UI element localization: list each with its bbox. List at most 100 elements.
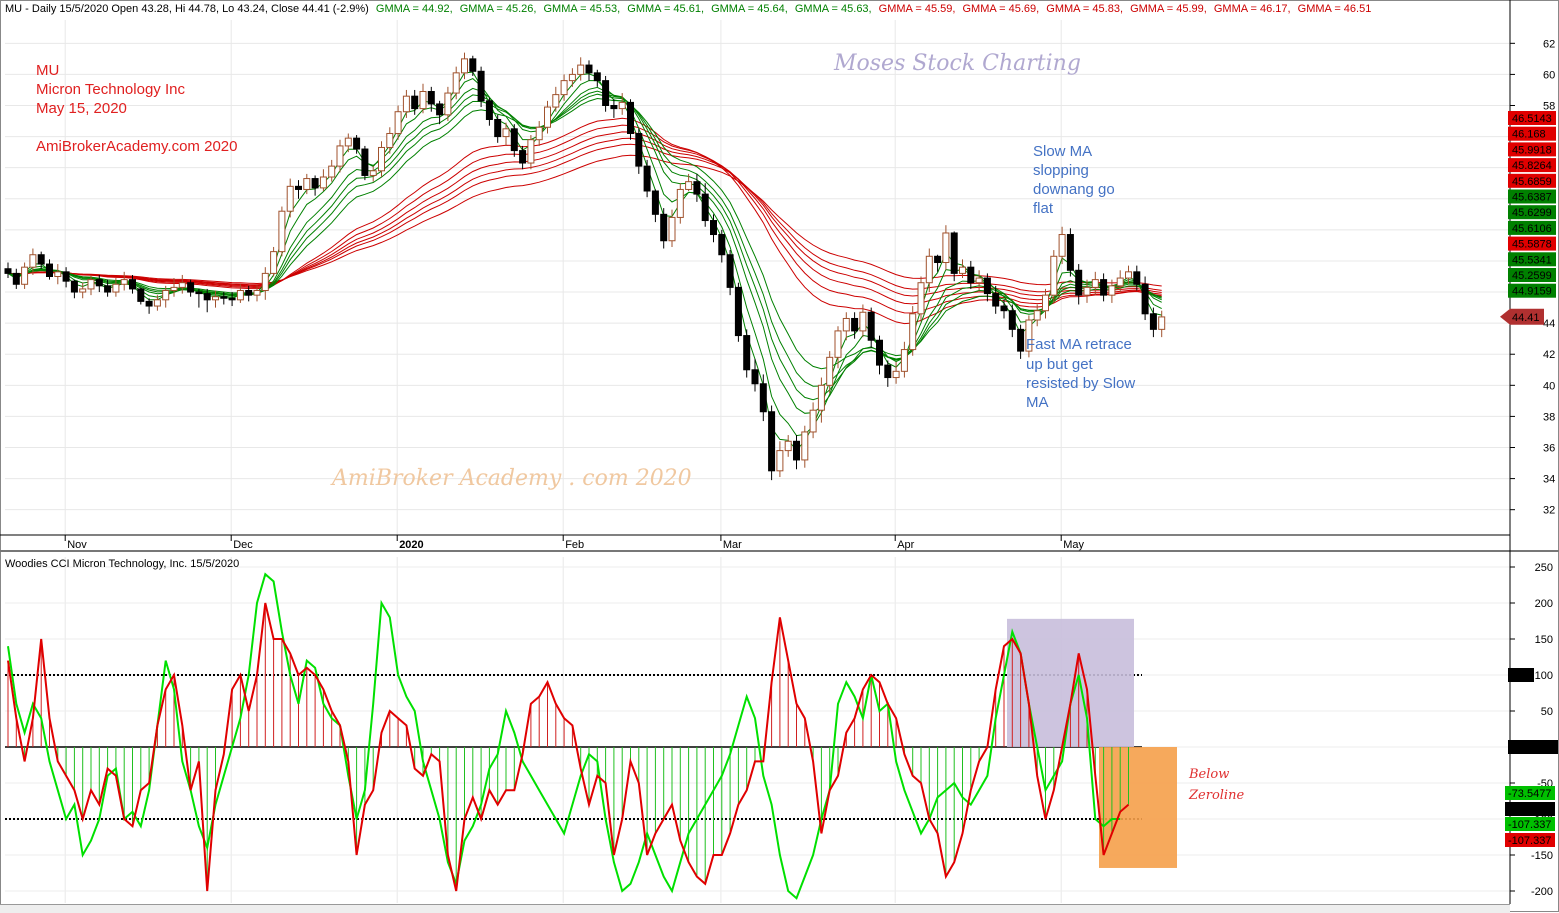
candle-body bbox=[153, 299, 161, 307]
candle-body bbox=[768, 411, 776, 472]
watermark-academy: AmiBroker Academy . com 2020 bbox=[330, 466, 692, 491]
cci-value-label: -100 bbox=[1508, 804, 1530, 816]
candle-body bbox=[568, 73, 576, 82]
candle-body bbox=[527, 139, 535, 164]
gmma-long-line bbox=[7, 143, 1162, 293]
candle-body bbox=[427, 91, 435, 105]
annotation-slow-ma: Slow MA slopping downang go flat bbox=[1033, 143, 1119, 217]
cci-y-tick-label: 200 bbox=[1535, 598, 1553, 610]
x-tick-label: May bbox=[1063, 539, 1084, 551]
candle-body bbox=[560, 80, 568, 96]
price-value-label: 45.5341 bbox=[1512, 254, 1552, 266]
x-tick-label: Feb bbox=[565, 539, 584, 551]
candle-body bbox=[701, 193, 709, 222]
candle-body bbox=[95, 279, 103, 287]
candle-body bbox=[834, 330, 842, 358]
candle-body bbox=[1008, 310, 1016, 330]
last-price-label: 44.41 bbox=[1512, 312, 1540, 324]
gmma-value: GMMA = 45.63, bbox=[795, 3, 872, 15]
candle-body bbox=[494, 118, 502, 138]
candle-body bbox=[228, 297, 236, 301]
candle-body bbox=[585, 64, 593, 74]
cci-value-label: -107.337 bbox=[1508, 819, 1551, 831]
candle-body bbox=[544, 106, 551, 128]
price-y-tick-label: 32 bbox=[1543, 505, 1555, 517]
candle-body bbox=[311, 178, 319, 189]
candle-body bbox=[328, 165, 336, 178]
candle-body bbox=[54, 271, 62, 278]
candle-body bbox=[851, 317, 859, 332]
candle-body bbox=[485, 100, 493, 120]
price-value-label: 45.8264 bbox=[1512, 160, 1552, 172]
candle-body bbox=[734, 286, 742, 337]
candle-body bbox=[710, 220, 717, 236]
candle-body bbox=[817, 384, 825, 411]
x-tick-label: Nov bbox=[67, 539, 87, 551]
gmma-value: GMMA = 45.61, bbox=[627, 3, 704, 15]
price-value-label: 45.6387 bbox=[1512, 192, 1552, 204]
candle-body bbox=[552, 94, 560, 108]
candle-body bbox=[29, 254, 37, 268]
x-tick-label: Apr bbox=[897, 539, 914, 551]
annotation-fast-ma: Fast MA retrace up but get resisted by S… bbox=[1026, 336, 1139, 411]
candle-body bbox=[1125, 271, 1132, 279]
price-y-tick-label: 40 bbox=[1543, 380, 1555, 392]
cci-y-tick-label: -150 bbox=[1531, 850, 1553, 862]
gmma-long-line bbox=[7, 137, 1162, 297]
candle-body bbox=[452, 72, 460, 94]
candle-body bbox=[419, 91, 427, 110]
candle-body bbox=[477, 70, 485, 102]
candle-body bbox=[751, 369, 759, 385]
cci-y-tick-label: 150 bbox=[1535, 634, 1553, 646]
candle-body bbox=[1000, 305, 1008, 312]
candle-body bbox=[120, 279, 128, 285]
candle-body bbox=[187, 282, 195, 293]
candle-body bbox=[1133, 271, 1141, 285]
price-y-tick-label: 62 bbox=[1543, 38, 1555, 50]
price-value-label: 44.9159 bbox=[1512, 286, 1552, 298]
gmma-value: GMMA = 45.99, bbox=[1130, 3, 1207, 15]
candle-body bbox=[685, 181, 693, 190]
candle-body bbox=[660, 213, 668, 242]
price-y-tick-label: 36 bbox=[1543, 443, 1555, 455]
candle-body bbox=[402, 95, 410, 113]
price-y-tick-label: 34 bbox=[1543, 474, 1555, 486]
chart-header: MU - Daily 15/5/2020 Open 43.28, Hi 44.7… bbox=[5, 3, 1371, 15]
gmma-value: GMMA = 45.83, bbox=[1046, 3, 1123, 15]
candle-body bbox=[212, 296, 219, 301]
candle-body bbox=[983, 277, 991, 295]
candle-body bbox=[651, 190, 659, 215]
candle-body bbox=[593, 72, 601, 82]
cci-value-label: -73.5477 bbox=[1508, 788, 1551, 800]
candle-body bbox=[145, 300, 153, 307]
candle-body bbox=[295, 185, 302, 190]
candle-body bbox=[784, 440, 792, 452]
candle-body bbox=[859, 311, 867, 332]
candle-body bbox=[1108, 285, 1116, 296]
gmma-value: GMMA = 45.69, bbox=[962, 3, 1039, 15]
candle-body bbox=[1083, 286, 1091, 296]
price-y-tick-label: 44 bbox=[1543, 318, 1555, 330]
price-panel-grid bbox=[5, 20, 1510, 535]
price-y-tick-label: 60 bbox=[1543, 69, 1555, 81]
gmma-value: GMMA = 46.51 bbox=[1298, 3, 1372, 15]
candle-body bbox=[577, 64, 585, 75]
candle-body bbox=[809, 409, 817, 433]
candle-body bbox=[618, 101, 626, 110]
candle-body bbox=[793, 440, 800, 461]
candle-body bbox=[826, 356, 834, 386]
candle-body bbox=[535, 126, 543, 141]
candle-body bbox=[1017, 328, 1025, 352]
cci-value-label: -107.337 bbox=[1508, 835, 1551, 847]
candle-body bbox=[378, 146, 385, 172]
candle-body bbox=[195, 291, 203, 295]
candle-body bbox=[975, 277, 983, 284]
candle-body bbox=[1066, 234, 1074, 271]
candle-body bbox=[718, 234, 726, 256]
candle-body bbox=[909, 313, 917, 351]
candle-body bbox=[776, 450, 784, 472]
cci-title: Woodies CCI Micron Technology, Inc. 15/5… bbox=[5, 558, 239, 570]
candle-body bbox=[278, 210, 286, 253]
info-date: May 15, 2020 bbox=[36, 100, 127, 117]
candle-body bbox=[842, 317, 850, 332]
